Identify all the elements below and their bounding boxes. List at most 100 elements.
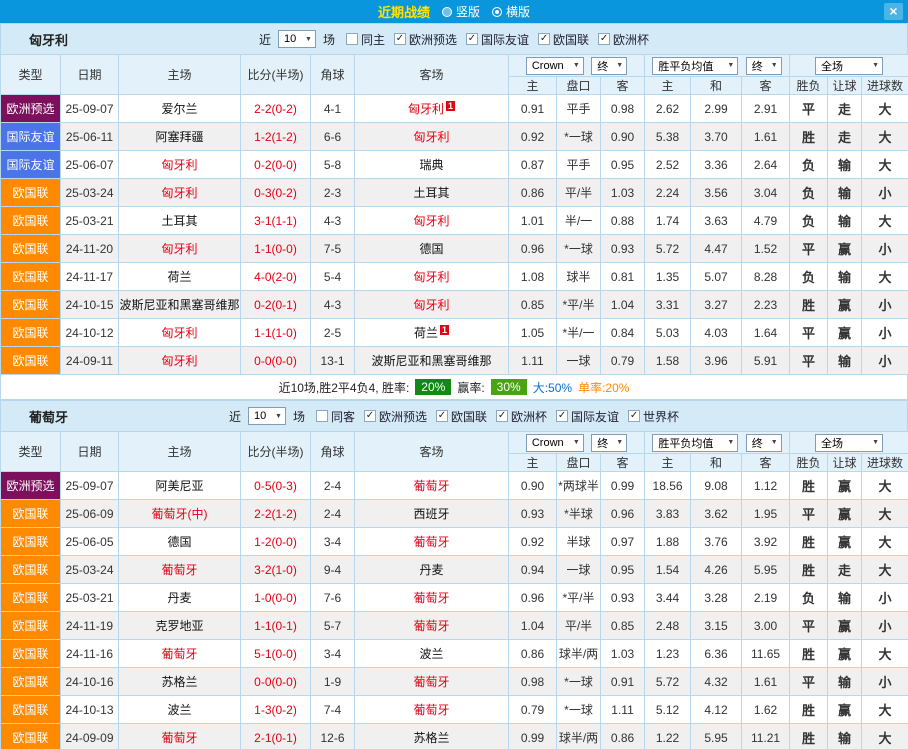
dropdown-arrow-icon: ▼ [872,439,879,446]
corner-count: 7-5 [311,235,355,263]
big-rate-text: 大:50% [533,379,572,396]
dropdown-arrow-icon: ▼ [771,439,778,446]
close-button[interactable]: × [884,3,903,20]
games-label: 场 [293,408,305,425]
avg-home-odds: 5.38 [645,123,691,151]
scope-select[interactable]: 全场 ▼ [815,57,883,75]
score-halftime: 2-2(1-2) [241,500,311,528]
scope-value: 全场 [821,58,843,74]
match-date: 24-11-19 [61,612,119,640]
avg-draw-odds: 4.12 [691,696,742,724]
wdl-final-select[interactable]: 终▼ [746,434,782,452]
avg-home-odds: 1.54 [645,556,691,584]
filter-checkbox[interactable]: ✓欧国联 [538,31,589,48]
filter-checkbox[interactable]: ✓欧洲预选 [394,31,457,48]
away-team: 匈牙利 [355,291,509,319]
subcol-handicap-home: 主 [509,454,557,472]
away-team: 匈牙利1 [355,95,509,123]
avg-home-odds: 18.56 [645,472,691,500]
league-badge: 欧国联 [1,319,61,347]
subcol-goals: 进球数 [862,77,908,95]
match-count-select[interactable]: 10 ▼ [278,30,316,48]
avg-home-odds: 1.23 [645,640,691,668]
filter-checkbox[interactable]: ✓欧国联 [436,408,487,425]
handicap-final-select[interactable]: 终▼ [591,434,627,452]
league-badge: 欧国联 [1,528,61,556]
team-name: 匈牙利 [29,30,68,49]
match-date: 24-11-17 [61,263,119,291]
filter-checkbox-label: 国际友谊 [481,31,529,48]
handicap-home-odds: 0.91 [509,95,557,123]
avg-home-odds: 2.52 [645,151,691,179]
result-outcome: 负 [790,584,828,612]
odds-company-select[interactable]: Crown▼ [526,434,584,452]
filter-checkbox[interactable]: ✓欧洲杯 [598,31,649,48]
final-value: 终 [597,435,608,451]
filter-checkbox[interactable]: ✓国际友谊 [466,31,529,48]
handicap-line: 一球 [557,347,601,375]
scope-value: 全场 [821,435,843,451]
filter-checkbox-group: 同客✓欧洲预选✓欧国联✓欧洲杯✓国际友谊✓世界杯 [316,408,679,425]
filter-checkbox[interactable]: ✓欧洲杯 [496,408,547,425]
home-team: 匈牙利 [119,179,241,207]
final-value: 终 [752,435,763,451]
handicap-away-odds: 0.88 [601,207,645,235]
scope-select[interactable]: 全场 ▼ [815,434,883,452]
dropdown-arrow-icon: ▼ [872,62,879,69]
score-halftime: 0-0(0-0) [241,668,311,696]
avg-home-odds: 2.62 [645,95,691,123]
home-team: 葡萄牙(中) [119,500,241,528]
wdl-final-select[interactable]: 终▼ [746,57,782,75]
layout-radio-horizontal[interactable]: 横版 [492,3,530,20]
away-team: 波斯尼亚和黑塞哥维那 [355,347,509,375]
col-date: 日期 [61,55,119,95]
home-team: 荷兰 [119,263,241,291]
handicap-home-odds: 0.94 [509,556,557,584]
match-row: 欧国联24-11-17荷兰4-0(2-0)5-4匈牙利1.08球半0.811.3… [1,263,908,291]
handicap-away-odds: 0.93 [601,235,645,263]
league-badge: 欧国联 [1,500,61,528]
filter-checkbox[interactable]: ✓世界杯 [628,408,679,425]
wdl-average-select[interactable]: 胜平负均值▼ [652,57,738,75]
result-outcome: 胜 [790,696,828,724]
odds-company-select[interactable]: Crown▼ [526,57,584,75]
score-halftime: 1-0(0-0) [241,584,311,612]
handicap-line: *平/半 [557,584,601,612]
handicap-line: *两球半 [557,472,601,500]
filter-checkbox[interactable]: 同主 [346,31,385,48]
result-goals: 小 [862,347,908,375]
match-date: 25-03-24 [61,556,119,584]
subcol-avg-home: 主 [645,77,691,95]
wdl-average-select[interactable]: 胜平负均值▼ [652,434,738,452]
result-handicap: 输 [828,207,862,235]
filter-checkbox-label: 欧洲杯 [511,408,547,425]
handicap-away-odds: 0.98 [601,95,645,123]
handicap-home-odds: 0.87 [509,151,557,179]
subcol-handicap-away: 客 [601,77,645,95]
filter-checkbox-label: 国际友谊 [571,408,619,425]
handicap-line: *平/半 [557,291,601,319]
filter-checkbox-group: 同主 ✓欧洲预选 ✓国际友谊 ✓欧国联 ✓欧洲杯 [346,31,649,48]
filter-checkbox-label: 欧国联 [451,408,487,425]
score-halftime: 1-3(0-2) [241,696,311,724]
layout-radio-vertical[interactable]: 竖版 [442,3,480,20]
score-halftime: 3-1(1-1) [241,207,311,235]
corner-count: 4-3 [311,207,355,235]
handicap-final-select[interactable]: 终▼ [591,57,627,75]
match-date: 25-06-11 [61,123,119,151]
filter-checkbox[interactable]: ✓国际友谊 [556,408,619,425]
match-count-select[interactable]: 10 ▼ [248,407,286,425]
result-goals: 大 [862,696,908,724]
filter-checkbox[interactable]: 同客 [316,408,355,425]
radio-icon [492,7,502,17]
league-badge: 欧国联 [1,612,61,640]
filter-checkbox[interactable]: ✓欧洲预选 [364,408,427,425]
filter-checkbox-label: 欧洲预选 [379,408,427,425]
avg-draw-odds: 3.36 [691,151,742,179]
let-rate-label: 赢率: [457,379,484,396]
avg-draw-odds: 9.08 [691,472,742,500]
wdl-average-value: 胜平负均值 [658,58,713,74]
corner-count: 7-6 [311,584,355,612]
away-team: 苏格兰 [355,724,509,749]
checkbox-checked-icon: ✓ [436,410,448,422]
